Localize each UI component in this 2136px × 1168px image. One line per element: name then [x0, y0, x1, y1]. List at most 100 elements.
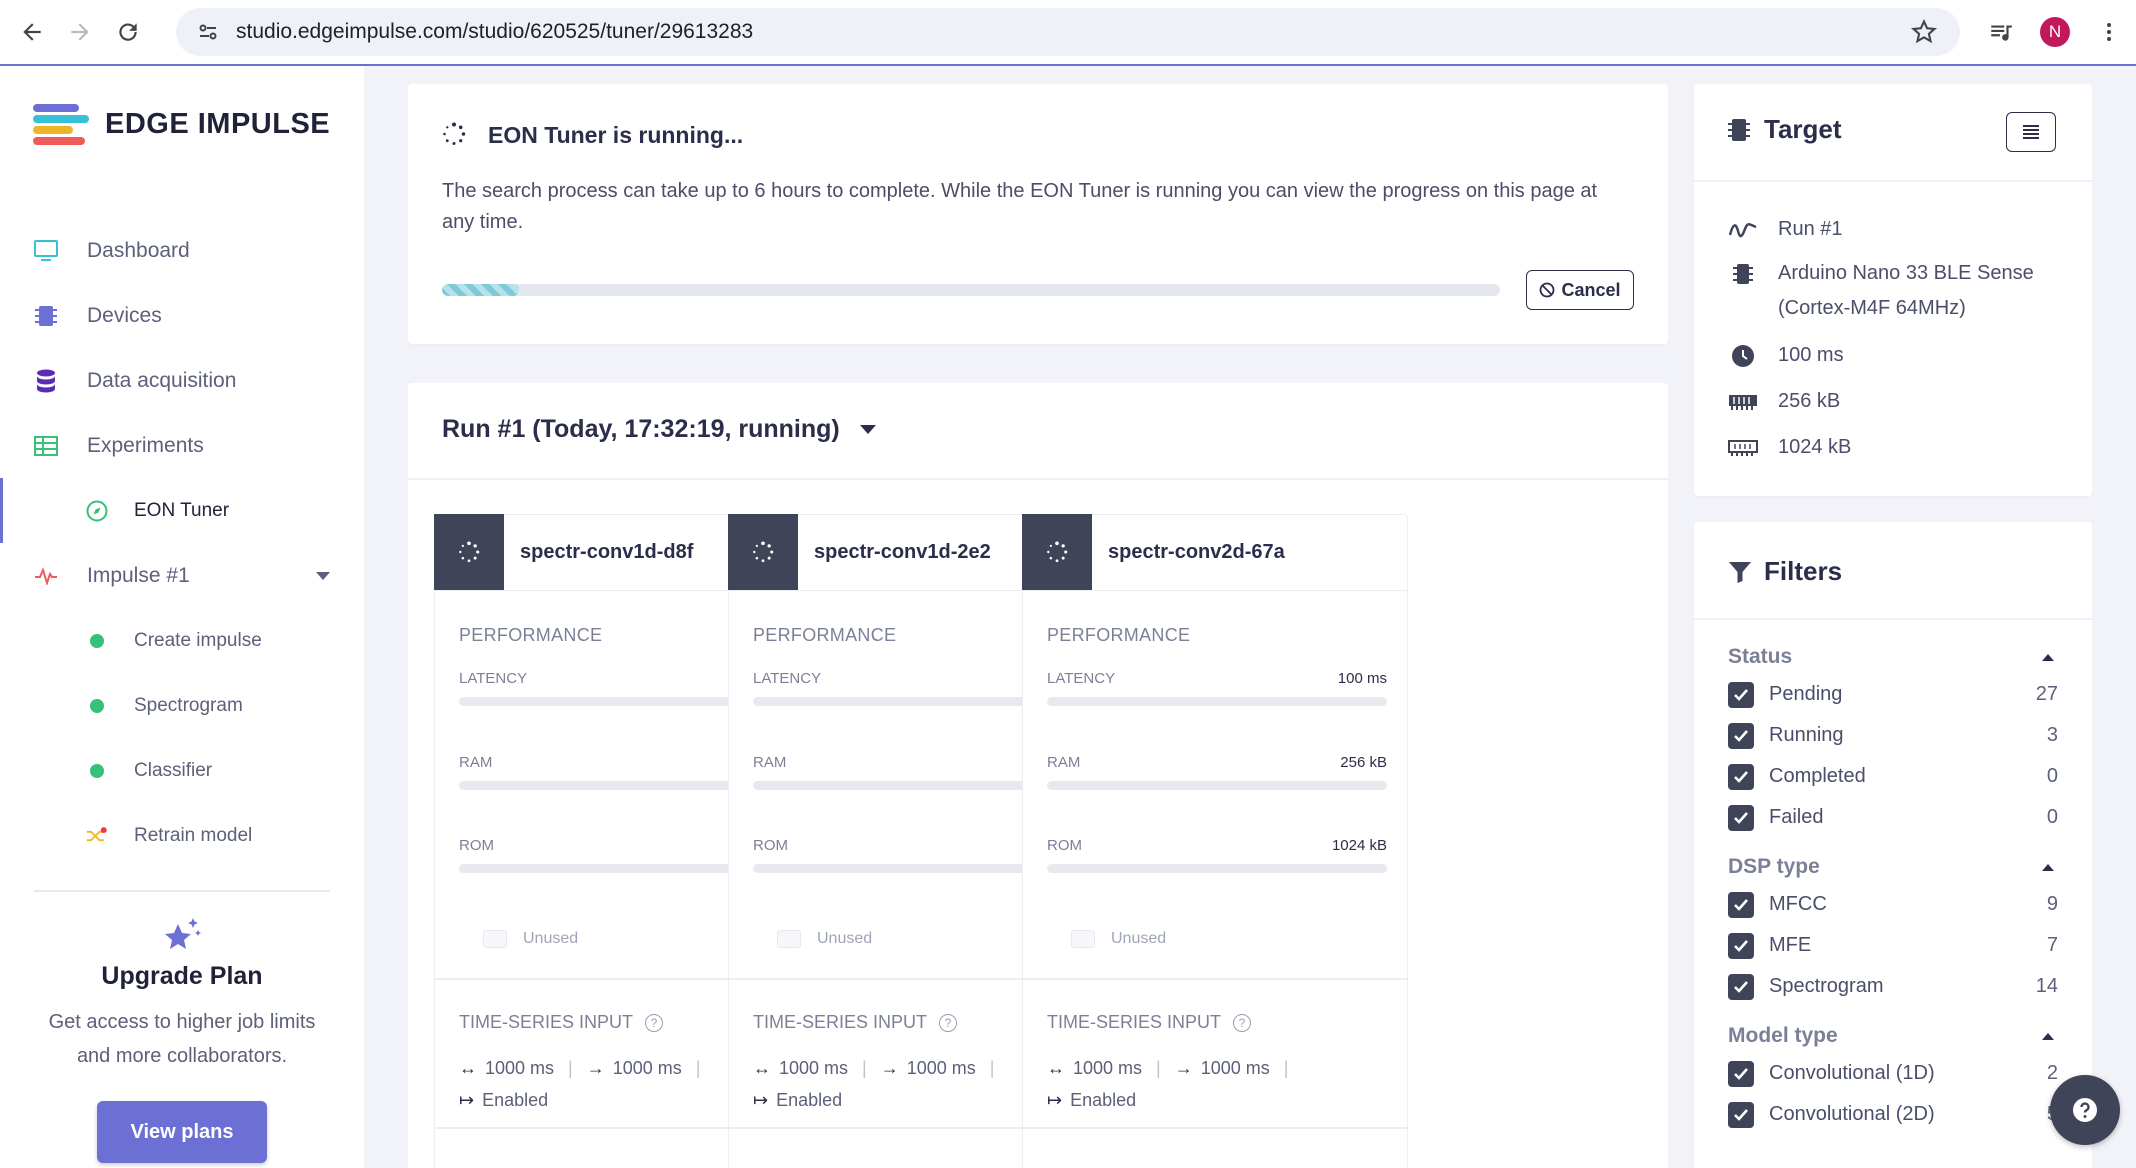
- sidebar-item-retrain-model[interactable]: Retrain model: [0, 803, 364, 868]
- checkbox-checked-icon[interactable]: [1728, 1101, 1754, 1128]
- filter-option-label: Failed: [1769, 806, 1824, 828]
- help-circle-icon[interactable]: ?: [1233, 1013, 1252, 1032]
- shuffle-icon: [86, 822, 108, 850]
- cancel-label: Cancel: [1561, 279, 1621, 300]
- window-size: 1000 ms: [485, 1058, 555, 1078]
- help-question-icon: [2073, 1098, 2097, 1122]
- filter-option[interactable]: Running 3: [1728, 715, 2058, 756]
- bookmark-star-icon[interactable]: [1910, 18, 1938, 46]
- brand-logo[interactable]: EDGE IMPULSE: [33, 104, 330, 145]
- metric-value: 256 kB: [1340, 754, 1387, 771]
- filter-option[interactable]: MFE 7: [1728, 925, 2058, 966]
- run-selector[interactable]: Run #1 (Today, 17:32:19, running): [442, 415, 876, 444]
- metric-label: ROM: [1047, 837, 1082, 854]
- reload-button[interactable]: [106, 10, 150, 54]
- cancel-button[interactable]: Cancel: [1526, 270, 1634, 310]
- separator: |: [695, 1058, 701, 1078]
- target-list-button[interactable]: [2006, 112, 2056, 152]
- metric-value: 100 ms: [1337, 670, 1387, 687]
- chevron-down-icon[interactable]: [316, 571, 330, 580]
- arrow-right-icon: →: [586, 1058, 605, 1078]
- ban-icon: [1540, 282, 1555, 298]
- sidebar-item-classifier[interactable]: Classifier: [0, 738, 364, 803]
- checkbox-checked-icon[interactable]: [1728, 891, 1754, 918]
- address-bar[interactable]: studio.edgeimpulse.com/studio/620525/tun…: [176, 8, 1960, 56]
- browser-menu-icon[interactable]: [2082, 5, 2136, 59]
- checkbox-checked-icon[interactable]: [1728, 722, 1754, 749]
- help-circle-icon[interactable]: ?: [939, 1013, 958, 1032]
- window-settings: ↔ 1000 ms | → 1000 ms |: [459, 1058, 714, 1079]
- metric-label: RAM: [753, 754, 787, 771]
- arrow-right-icon: →: [880, 1058, 899, 1078]
- forward-button[interactable]: [58, 10, 102, 54]
- help-circle-icon[interactable]: ?: [645, 1013, 664, 1032]
- sidebar: EDGE IMPULSE Dashboard Devices Data acqu…: [0, 66, 364, 1168]
- chip-icon: [32, 302, 60, 330]
- model-card[interactable]: spectr-conv2d-67a PERFORMANCE LATENCY 100…: [1022, 514, 1408, 1168]
- site-info-icon[interactable]: [188, 12, 228, 52]
- sidebar-item-spectrogram[interactable]: Spectrogram: [0, 673, 364, 738]
- filter-group-title: Model type: [1728, 1024, 1838, 1047]
- sidebar-item-dashboard[interactable]: Dashboard: [0, 218, 364, 283]
- checkbox-checked-icon[interactable]: [1728, 973, 1754, 1000]
- filter-option-label: Spectrogram: [1769, 975, 1884, 997]
- back-button[interactable]: [10, 10, 54, 54]
- filters-card: Filters Status Pending 27 Running 3 Comp…: [1694, 522, 2092, 1168]
- filter-option[interactable]: Failed 0: [1728, 797, 2058, 838]
- sidebar-item-label: EON Tuner: [134, 499, 230, 521]
- checkbox-checked-icon[interactable]: [1728, 681, 1754, 708]
- unused-label: Unused: [523, 930, 579, 947]
- sidebar-item-data-acquisition[interactable]: Data acquisition: [0, 348, 364, 413]
- chip-icon: [1728, 256, 1758, 291]
- filter-option-count: 2: [2046, 1062, 2058, 1084]
- loading-spinner-icon: [728, 514, 798, 590]
- sidebar-item-experiments[interactable]: Experiments: [0, 413, 364, 478]
- latency-metric: LATENCY 100 ms: [1047, 670, 1387, 706]
- target-card: Target Run #1 Arduino Nano 33 BLE Sense …: [1694, 84, 2092, 496]
- target-device-cpu: (Cortex-M4F 64MHz): [1778, 297, 1966, 319]
- filter-option[interactable]: Convolutional (1D) 2: [1728, 1053, 2058, 1094]
- pad-arrow-icon: ↦: [1047, 1090, 1063, 1110]
- sidebar-nav: Dashboard Devices Data acquisition Exper…: [0, 218, 364, 868]
- target-latency: 100 ms: [1728, 338, 1844, 373]
- separator: |: [862, 1058, 867, 1078]
- performance-heading: PERFORMANCE: [753, 625, 897, 645]
- filter-option-label: Convolutional (1D): [1769, 1062, 1935, 1084]
- model-card-divider: [1023, 978, 1407, 980]
- filter-option[interactable]: Convolutional (2D) 5: [1728, 1094, 2058, 1135]
- checkbox-checked-icon[interactable]: [1728, 763, 1754, 790]
- target-device: Arduino Nano 33 BLE Sense (Cortex-M4F 64…: [1728, 256, 2034, 326]
- filter-option[interactable]: Completed 0: [1728, 756, 2058, 797]
- sidebar-item-create-impulse[interactable]: Create impulse: [0, 608, 364, 673]
- metric-bar: [1047, 864, 1387, 873]
- checkbox-checked-icon[interactable]: [1728, 1060, 1754, 1087]
- profile-avatar[interactable]: N: [2028, 5, 2082, 59]
- checkbox-checked-icon[interactable]: [1728, 804, 1754, 831]
- view-plans-button[interactable]: View plans: [97, 1101, 267, 1163]
- checkbox-checked-icon[interactable]: [1728, 932, 1754, 959]
- sidebar-divider: [34, 890, 330, 892]
- upgrade-title: Upgrade Plan: [101, 962, 263, 990]
- filter-group-header[interactable]: DSP type: [1728, 850, 2058, 884]
- arrow-left-icon: [23, 23, 41, 41]
- filter-option[interactable]: MFCC 9: [1728, 884, 2058, 925]
- filter-option-count: 0: [2046, 765, 2058, 787]
- sparkle-star-icon: [0, 916, 364, 956]
- memory-icon: [1728, 384, 1758, 419]
- time-series-label: TIME-SERIES INPUT: [1047, 1012, 1222, 1032]
- filter-option[interactable]: Pending 27: [1728, 674, 2058, 715]
- sidebar-item-impulse[interactable]: Impulse #1: [0, 543, 364, 608]
- filter-option-count: 27: [2035, 683, 2058, 705]
- filter-group-header[interactable]: Model type: [1728, 1019, 2058, 1053]
- run-card-divider: [408, 478, 1668, 480]
- zero-pad-setting: ↦ Enabled: [1047, 1090, 1136, 1111]
- metric-label: LATENCY: [753, 670, 822, 687]
- media-control-icon[interactable]: [1974, 5, 2028, 59]
- target-run-label: Run #1: [1778, 218, 1843, 240]
- arrow-right-icon: →: [1174, 1058, 1193, 1078]
- sidebar-item-eon-tuner[interactable]: EON Tuner: [0, 478, 364, 543]
- filter-option[interactable]: Spectrogram 14: [1728, 966, 2058, 1007]
- sidebar-item-devices[interactable]: Devices: [0, 283, 364, 348]
- help-button[interactable]: [2050, 1075, 2120, 1145]
- filter-group-header[interactable]: Status: [1728, 640, 2058, 674]
